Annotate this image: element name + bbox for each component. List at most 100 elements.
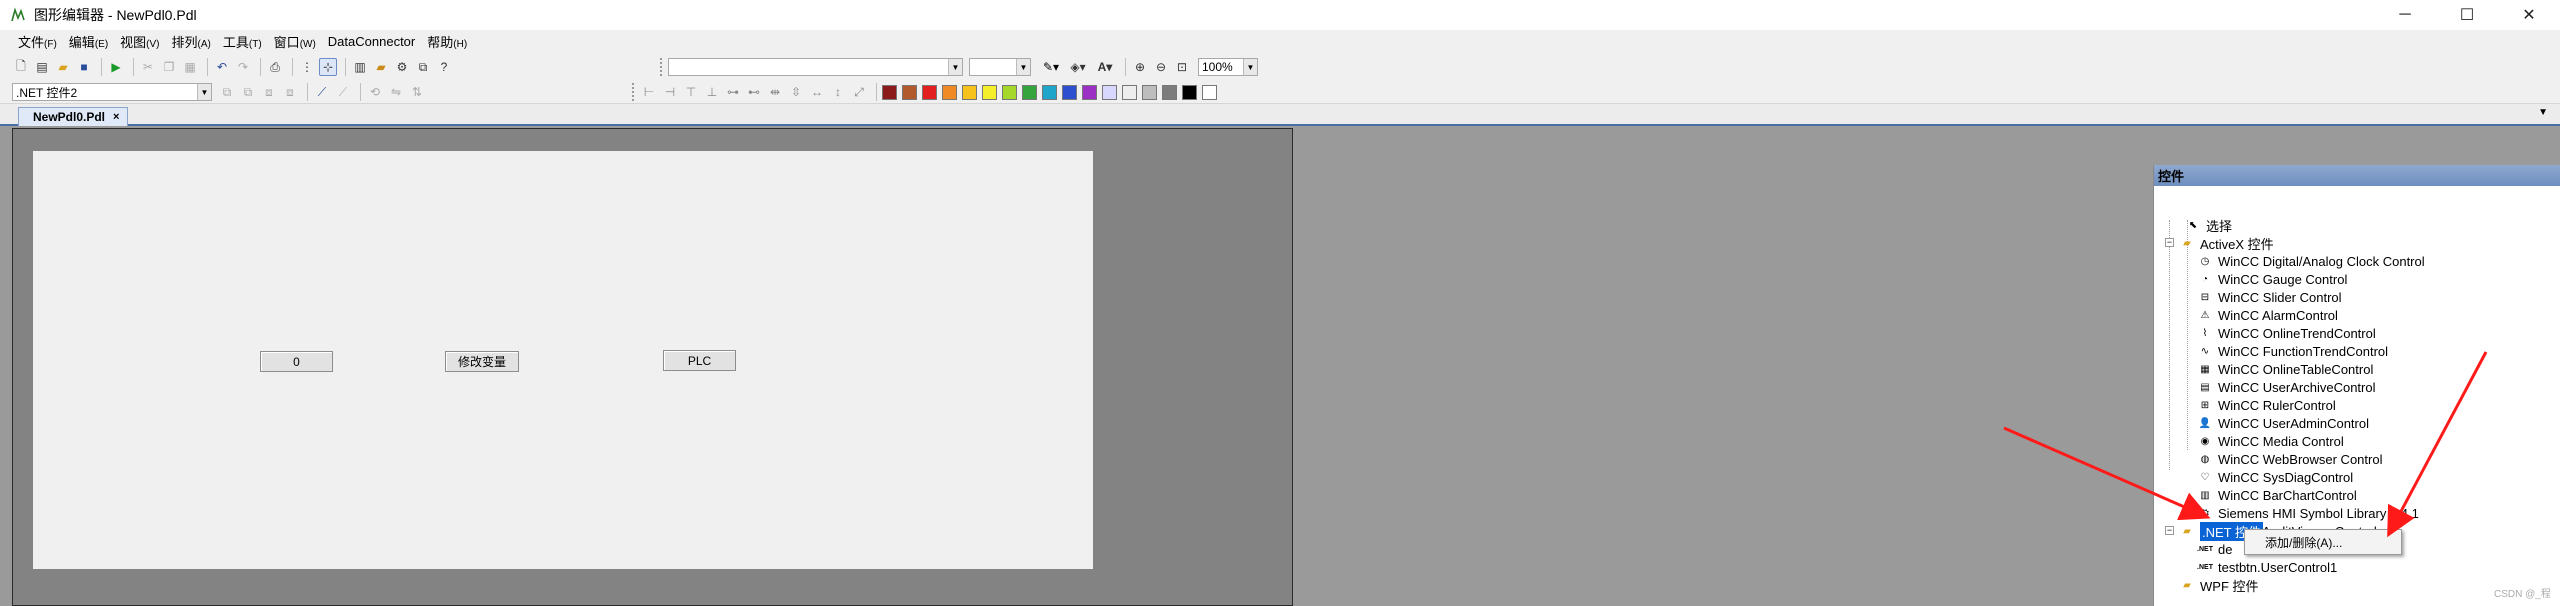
zoom-in-icon[interactable]: ⊕ xyxy=(1131,58,1149,76)
tree-item-activex[interactable]: ◷ WinCC Digital/Analog Clock Control xyxy=(2198,252,2425,270)
undo-icon[interactable]: ↶ xyxy=(213,58,231,76)
menu-view[interactable]: 视图(V) xyxy=(120,32,159,51)
color-swatch[interactable] xyxy=(942,84,957,100)
tree-item-de[interactable]: .NET de xyxy=(2197,540,2232,558)
settings-icon[interactable]: ⚙ xyxy=(393,58,411,76)
new-project-icon[interactable]: ▤ xyxy=(33,58,51,76)
context-menu-add-remove[interactable]: 添加/删除(A)... xyxy=(2265,534,2342,551)
send-back-icon[interactable]: ⧈ xyxy=(281,83,299,101)
collapse-icon[interactable]: − xyxy=(2165,526,2174,535)
minimize-button[interactable]: ─ xyxy=(2374,0,2436,30)
color-swatch[interactable] xyxy=(1062,84,1077,100)
tree-item-activex[interactable]: ◉ WinCC Media Control xyxy=(2198,432,2344,450)
color-swatch[interactable] xyxy=(1042,84,1057,100)
center-vertical-icon[interactable]: ⊷ xyxy=(745,83,763,101)
tree-item-testbtn[interactable]: .NET testbtn.UserControl1 xyxy=(2197,558,2337,576)
color-swatch[interactable] xyxy=(962,84,977,100)
copy-icon[interactable]: ❐ xyxy=(160,58,178,76)
modify-variable-button[interactable]: 修改变量 xyxy=(445,351,519,372)
color-swatch[interactable] xyxy=(982,84,997,100)
connector-alt-icon[interactable]: ⟋ xyxy=(334,83,352,101)
group-icon[interactable]: ⧉ xyxy=(218,83,236,101)
menu-window[interactable]: 窗口(W) xyxy=(274,32,316,51)
save-icon[interactable]: ■ xyxy=(75,58,93,76)
menu-help[interactable]: 帮助(H) xyxy=(427,32,467,51)
connector-icon[interactable]: ⟋ xyxy=(313,83,331,101)
tree-item-activex[interactable]: ▦ WinCC OnlineTableControl xyxy=(2198,360,2373,378)
flip-icon[interactable]: ⇅ xyxy=(408,83,426,101)
line-color-icon[interactable]: ✎▾ xyxy=(1039,58,1063,76)
font-size-combo[interactable]: ▼ xyxy=(969,58,1031,76)
bring-front-icon[interactable]: ⧈ xyxy=(260,83,278,101)
layer-icon[interactable]: ▥ xyxy=(351,58,369,76)
align-left-icon[interactable]: ⊢ xyxy=(640,83,658,101)
io-field[interactable]: 0 xyxy=(260,351,333,372)
tree-item-activex[interactable]: 👤 WinCC UserAdminControl xyxy=(2198,414,2369,432)
menu-arrange[interactable]: 排列(A) xyxy=(172,32,211,51)
close-button[interactable]: ✕ xyxy=(2498,0,2560,30)
tree-item-activex[interactable]: ⊞ WinCC RulerControl xyxy=(2198,396,2336,414)
align-right-icon[interactable]: ⊣ xyxy=(661,83,679,101)
color-swatch[interactable] xyxy=(902,84,917,100)
color-swatch[interactable] xyxy=(1202,84,1217,100)
print-icon[interactable]: ⎙ xyxy=(266,58,284,76)
cut-icon[interactable]: ✂ xyxy=(139,58,157,76)
plc-button[interactable]: PLC xyxy=(663,350,736,371)
menu-file[interactable]: 文件(F) xyxy=(18,32,57,51)
color-swatch[interactable] xyxy=(1122,84,1137,100)
align-top-icon[interactable]: ⊤ xyxy=(682,83,700,101)
grid-icon[interactable]: ⋮ xyxy=(298,58,316,76)
zoom-combo[interactable]: 100% ▼ xyxy=(1198,58,1258,76)
library-icon[interactable]: ▰ xyxy=(372,58,390,76)
rotate-icon[interactable]: ⟲ xyxy=(366,83,384,101)
color-swatch[interactable] xyxy=(922,84,937,100)
zoom-out-icon[interactable]: ⊖ xyxy=(1152,58,1170,76)
new-file-icon[interactable]: 🗋 xyxy=(12,58,30,76)
color-swatch[interactable] xyxy=(1162,84,1177,100)
font-color-icon[interactable]: A▾ xyxy=(1093,58,1117,76)
color-swatch[interactable] xyxy=(1142,84,1157,100)
zoom-window-icon[interactable]: ⊡ xyxy=(1173,58,1191,76)
ungroup-icon[interactable]: ⧉ xyxy=(239,83,257,101)
tree-item-activex[interactable]: ∿ WinCC FunctionTrendControl xyxy=(2198,342,2388,360)
object-selector-combo[interactable]: .NET 控件2 ▼ xyxy=(12,83,212,101)
color-swatch[interactable] xyxy=(1102,84,1117,100)
maximize-button[interactable]: ☐ xyxy=(2436,0,2498,30)
font-combo[interactable]: ▼ xyxy=(668,58,963,76)
same-height-icon[interactable]: ↕ xyxy=(829,83,847,101)
tree-item-activex[interactable]: ♡ WinCC SysDiagControl xyxy=(2198,468,2354,486)
tree-item-select[interactable]: ⬉ 选择 xyxy=(2186,216,2232,234)
tree-item-activex[interactable]: ⊟ WinCC Slider Control xyxy=(2198,288,2342,306)
chevron-down-icon[interactable]: ▼ xyxy=(2538,107,2548,118)
fill-color-icon[interactable]: ◈▾ xyxy=(1066,58,1090,76)
center-horizontal-icon[interactable]: ⊶ xyxy=(724,83,742,101)
close-tab-icon[interactable]: × xyxy=(113,111,119,123)
tree-item-activex[interactable]: ▥ WinCC BarChartControl xyxy=(2198,486,2356,504)
tree-item-activex[interactable]: ⛭ Siemens HMI Symbol Library 1.4.1 xyxy=(2198,504,2419,522)
tree-item-activex[interactable]: ▤ WinCC UserArchiveControl xyxy=(2198,378,2375,396)
export-icon[interactable]: ⧉ xyxy=(414,58,432,76)
open-folder-icon[interactable]: ▰ xyxy=(54,58,72,76)
tree-group-activex[interactable]: ▰ ActiveX 控件 xyxy=(2180,234,2274,252)
picture-canvas[interactable]: 0 修改变量 PLC xyxy=(33,151,1093,569)
redo-icon[interactable]: ↷ xyxy=(234,58,252,76)
snap-grid-icon[interactable]: ⊹ xyxy=(319,58,337,76)
color-swatch[interactable] xyxy=(1082,84,1097,100)
tab-newpdl0[interactable]: NewPdl0.Pdl × xyxy=(18,107,129,126)
menu-tools[interactable]: 工具(T) xyxy=(223,32,262,51)
collapse-icon[interactable]: − xyxy=(2165,238,2174,247)
color-swatch[interactable] xyxy=(1022,84,1037,100)
help-cursor-icon[interactable]: ? xyxy=(435,58,453,76)
tree-item-activex[interactable]: ◔ WinCC Gauge Control xyxy=(2198,270,2347,288)
mirror-icon[interactable]: ⇋ xyxy=(387,83,405,101)
paste-icon[interactable]: ▦ xyxy=(181,58,199,76)
run-icon[interactable]: ▶ xyxy=(107,58,125,76)
space-horizontal-icon[interactable]: ⇹ xyxy=(766,83,784,101)
color-swatch[interactable] xyxy=(1182,84,1197,100)
color-swatch[interactable] xyxy=(1002,84,1017,100)
tree-item-activex[interactable]: ◍ WinCC WebBrowser Control xyxy=(2198,450,2383,468)
align-bottom-icon[interactable]: ⊥ xyxy=(703,83,721,101)
menu-dataconnector[interactable]: DataConnector xyxy=(328,34,415,49)
menu-edit[interactable]: 编辑(E) xyxy=(69,32,108,51)
color-swatch[interactable] xyxy=(882,84,897,100)
